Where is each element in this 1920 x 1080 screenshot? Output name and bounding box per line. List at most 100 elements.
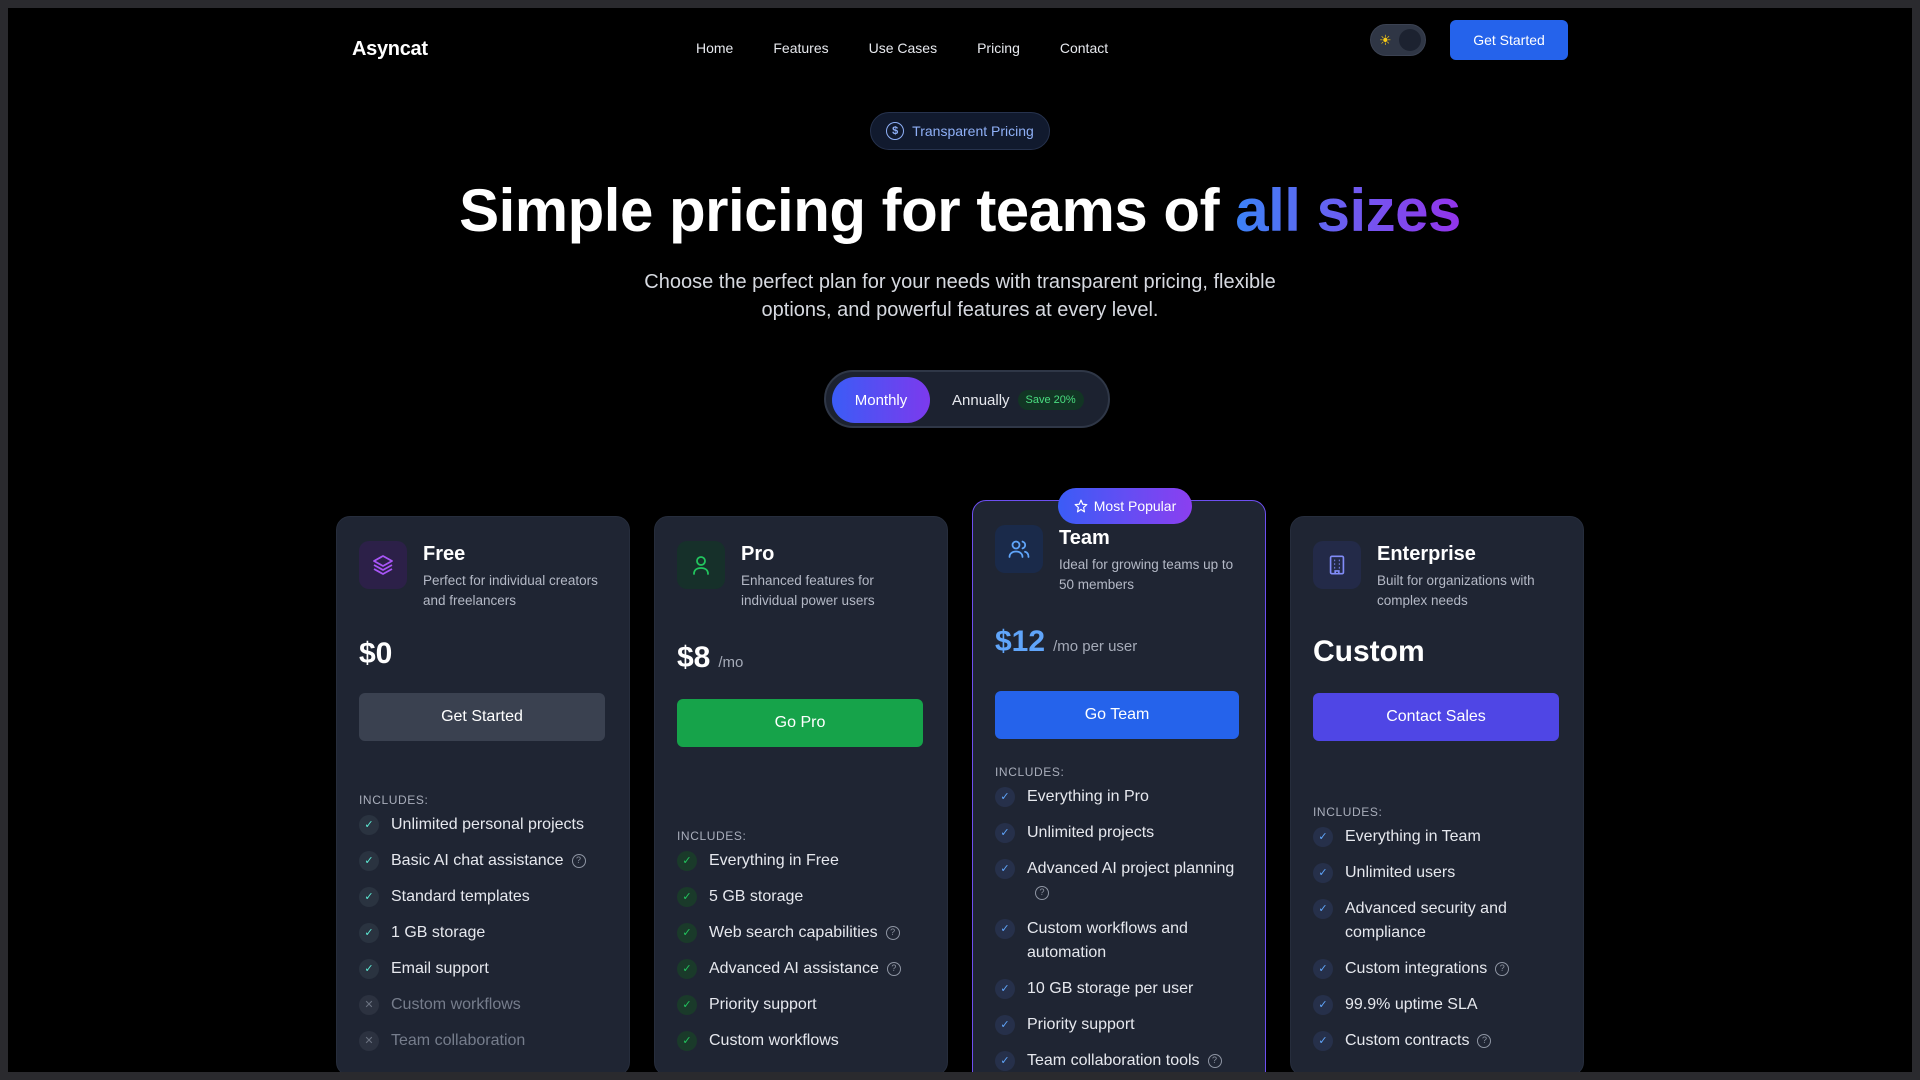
page-subtitle: Choose the perfect plan for your needs w… [644, 271, 1276, 321]
transparent-pricing-badge: $ Transparent Pricing [870, 112, 1050, 150]
check-icon: ✓ [359, 851, 379, 871]
feature-item: ✓ 99.9% uptime SLA [1313, 993, 1563, 1017]
feature-text: Everything in Free [709, 852, 839, 869]
feature-item: ✓ Priority support [677, 993, 927, 1017]
plan-description: Ideal for growing teams up to 50 members [1059, 557, 1234, 592]
check-icon: ✓ [359, 887, 379, 907]
help-icon[interactable]: ? [1035, 885, 1049, 900]
check-icon: ✓ [995, 1015, 1015, 1035]
dollar-icon: $ [886, 122, 905, 140]
plan-name: Pro [741, 543, 775, 565]
check-icon: ✓ [1313, 959, 1333, 979]
most-popular-label: Most Popular [1093, 498, 1177, 514]
page: Asyncat Home Features Use Cases Pricing … [8, 8, 1912, 1072]
feature-text: Advanced AI assistance? [709, 957, 927, 981]
feature-item: ✓ Everything in Pro [995, 785, 1245, 809]
feature-text: Custom integrations? [1345, 957, 1563, 981]
feature-text: Standard templates [391, 888, 530, 905]
check-icon: ✓ [995, 919, 1015, 939]
feature-item: ✓ Custom contracts? [1313, 1029, 1563, 1053]
feature-text: Team collaboration [391, 1032, 526, 1049]
feature-text: Custom workflows and automation [1027, 920, 1188, 961]
help-icon[interactable]: ? [571, 853, 586, 868]
users-icon [995, 525, 1043, 573]
get-started-plan-button[interactable]: Get Started [359, 693, 605, 741]
feature-item: ✓ Basic AI chat assistance? [359, 849, 609, 873]
feature-text: Everything in Pro [1027, 788, 1149, 805]
title-main: Simple pricing for teams of [459, 177, 1236, 244]
billing-monthly-option[interactable]: Monthly [832, 377, 930, 423]
feature-text: Priority support [709, 996, 817, 1013]
feature-item: ✓ Everything in Team [1313, 825, 1563, 849]
badge-label: Transparent Pricing [912, 123, 1034, 139]
feature-item: ✓ Unlimited users [1313, 861, 1563, 885]
feature-item: ✓ Everything in Free [677, 849, 927, 873]
nav-link-home[interactable]: Home [696, 40, 733, 56]
nav-link-contact[interactable]: Contact [1060, 40, 1108, 56]
price-amount: $12 [995, 625, 1046, 658]
feature-text: Unlimited personal projects [391, 816, 584, 833]
feature-item: ✓ Advanced AI project planning? [995, 857, 1245, 905]
feature-item: ✓ Priority support [995, 1013, 1245, 1037]
feature-text: Unlimited projects [1027, 824, 1155, 841]
price-unit: /mo [718, 654, 744, 671]
feature-text: 5 GB storage [709, 888, 804, 905]
go-pro-button[interactable]: Go Pro [677, 699, 923, 747]
feature-item: ✓ Unlimited personal projects [359, 813, 609, 837]
toggle-knob [1399, 29, 1421, 51]
plan-name: Enterprise [1377, 543, 1476, 565]
feature-item: ✓ Standard templates [359, 885, 609, 909]
check-icon: ✓ [995, 979, 1015, 999]
check-icon: ✓ [359, 959, 379, 979]
feature-item: ✓ Custom integrations? [1313, 957, 1563, 981]
plan-card-free: Free Perfect for individual creators and… [336, 516, 630, 1072]
help-icon[interactable]: ? [1495, 961, 1510, 976]
billing-annually-option[interactable]: Annually Save 20% [952, 377, 1084, 423]
top-nav: Asyncat Home Features Use Cases Pricing … [8, 8, 1912, 76]
price-amount: Custom [1313, 635, 1425, 668]
check-icon: ✓ [677, 1031, 697, 1051]
feature-text: Email support [391, 960, 489, 977]
feature-text: 1 GB storage [391, 924, 486, 941]
check-icon: ✓ [1313, 863, 1333, 883]
billing-toggle: Monthly Annually Save 20% [824, 370, 1110, 428]
feature-item: ✓ Advanced security and compliance [1313, 897, 1563, 945]
feature-item: ✓ 10 GB storage per user [995, 977, 1245, 1001]
check-icon: ✓ [359, 815, 379, 835]
feature-item: ✓ Advanced AI assistance? [677, 957, 927, 981]
user-icon [677, 541, 725, 589]
feature-text: 99.9% uptime SLA [1345, 996, 1478, 1013]
help-icon[interactable]: ? [885, 925, 900, 940]
plan-price: $8/mo [677, 641, 743, 675]
nav-link-pricing[interactable]: Pricing [977, 40, 1020, 56]
check-icon: ✓ [677, 887, 697, 907]
contact-sales-button[interactable]: Contact Sales [1313, 693, 1559, 741]
x-icon: ✕ [359, 1031, 379, 1051]
feature-list: ✓ Everything in Team ✓ Unlimited users ✓ Adva… [1313, 825, 1563, 1065]
feature-text: Everything in Team [1345, 828, 1481, 845]
check-icon: ✓ [677, 923, 697, 943]
check-icon: ✓ [1313, 899, 1333, 919]
plan-price: $12/mo per user [995, 625, 1137, 659]
check-icon: ✓ [995, 787, 1015, 807]
nav-link-features[interactable]: Features [773, 40, 828, 56]
nav-link-use-cases[interactable]: Use Cases [869, 40, 937, 56]
feature-list: ✓ Unlimited personal projects ✓ Basic AI ch… [359, 813, 609, 1065]
check-icon: ✓ [1313, 827, 1333, 847]
theme-toggle[interactable]: ☀ [1370, 24, 1426, 56]
help-icon[interactable]: ? [1477, 1033, 1492, 1048]
help-icon[interactable]: ? [1207, 1053, 1222, 1068]
feature-item: ✓ Team collaboration tools? [995, 1049, 1245, 1072]
feature-text: Team collaboration tools? [1027, 1049, 1245, 1072]
feature-text: Custom workflows [709, 1032, 839, 1049]
most-popular-badge: Most Popular [1058, 488, 1192, 524]
logo[interactable]: Asyncat [352, 38, 428, 61]
plan-description: Enhanced features for individual power u… [741, 573, 875, 608]
feature-item: ✓ 5 GB storage [677, 885, 927, 909]
help-icon[interactable]: ? [886, 961, 901, 976]
plan-price: $0 [359, 637, 392, 671]
nav-links: Home Features Use Cases Pricing Contact [696, 40, 1108, 56]
get-started-button[interactable]: Get Started [1450, 20, 1568, 60]
x-icon: ✕ [359, 995, 379, 1015]
go-team-button[interactable]: Go Team [995, 691, 1239, 739]
